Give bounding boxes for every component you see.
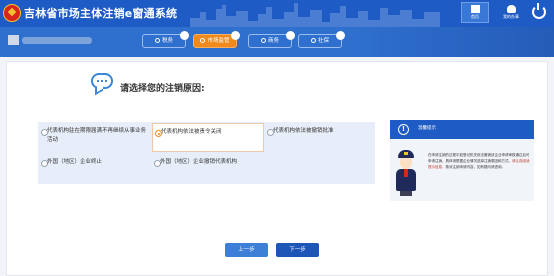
tab-tax-icon — [154, 38, 160, 43]
reason-option-text: 代表机构依法被撤销批准 — [273, 128, 334, 134]
tab-social-icon — [310, 38, 316, 43]
reason-option-approval-revoked[interactable]: 代表机构依法被撤销批准 — [265, 123, 374, 152]
previous-step-button[interactable]: 上一步 — [225, 243, 268, 257]
tab-commerce-badge — [286, 31, 295, 40]
tab-market-icon — [200, 38, 206, 43]
app-window: 吉林省市场主体注销e窗通系统 首页 我的办事 税务 市场监管 商务 社保 请选择… — [0, 0, 554, 276]
id-card-icon — [8, 35, 19, 45]
logout-power-icon[interactable] — [532, 3, 546, 19]
tip-text-part: 核对注销申请内容，如有疑问请咨询。 — [445, 165, 506, 169]
top-header: 吉林省市场主体注销e窗通系统 首页 我的办事 — [0, 0, 554, 27]
home-label: 首页 — [471, 14, 479, 19]
tab-social-security[interactable]: 社保 — [298, 31, 345, 48]
subheader-gradient — [354, 27, 554, 57]
mascot-body — [396, 169, 416, 191]
home-button[interactable]: 首页 — [461, 2, 489, 23]
tab-market-label: 市场监管 — [207, 38, 230, 44]
tab-commerce-icon — [260, 38, 266, 43]
tab-commerce-label: 商务 — [267, 38, 279, 44]
reason-option-text: 代表机构驻在期限届满不再继续从事业务活动 — [47, 128, 147, 143]
reason-option-term-expired[interactable]: 代表机构驻在期限届满不再继续从事业务活动 — [39, 123, 151, 152]
tip-panel-header — [390, 120, 534, 139]
question-title: 请选择您的注销原因: — [120, 84, 205, 94]
tab-social-label: 社保 — [317, 38, 329, 44]
reason-options-grid: 代表机构驻在期限届满不再继续从事业务活动 代表机构依法被责令关闭 代表机构依法被… — [38, 122, 375, 184]
tip-title: 温馨提示 — [418, 126, 436, 131]
subheader-bar: 税务 市场监管 商务 社保 — [0, 27, 554, 57]
tab-tax-label: 税务 — [161, 38, 173, 44]
site-title: 吉林省市场主体注销e窗通系统 — [24, 7, 178, 20]
reason-option-text: 外国（地区）企业撤销代表机构 — [160, 159, 238, 165]
my-affairs-label: 我的办事 — [503, 14, 519, 19]
tab-tax[interactable]: 税务 — [142, 31, 189, 48]
tab-social-badge — [336, 31, 345, 40]
reason-option-ordered-closed[interactable]: 代表机构依法被责令关闭 — [152, 123, 264, 152]
mascot-legs — [400, 191, 412, 196]
reason-option-text: 代表机构依法被责令关闭 — [161, 129, 222, 135]
reason-option-text: 外国（地区）企业终止 — [47, 159, 103, 165]
skyline-decoration — [190, 3, 440, 27]
reason-option-foreign-terminated[interactable]: 外国（地区）企业终止 — [39, 154, 151, 183]
tab-market-supervision[interactable]: 市场监管 — [193, 31, 240, 48]
emblem-logo — [3, 4, 21, 22]
tab-tax-badge — [180, 31, 189, 40]
tab-commerce[interactable]: 商务 — [248, 31, 295, 48]
tab-market-badge — [231, 31, 240, 40]
mascot-hat — [398, 150, 414, 158]
user-name-redacted — [22, 37, 92, 44]
officer-mascot-image — [392, 150, 420, 196]
chat-bubble-icon — [91, 73, 113, 89]
user-icon — [506, 5, 516, 13]
reason-option-foreign-withdraw[interactable]: 外国（地区）企业撤销代表机构 — [152, 154, 264, 183]
home-icon — [470, 5, 480, 13]
tip-text: 在申请注销的过程中如登记机关依法撤销该企业申请审核通过后可申请注销，具体请根据企… — [428, 152, 532, 170]
next-step-button[interactable]: 下一步 — [276, 243, 319, 257]
alert-icon: ! — [398, 124, 409, 135]
my-affairs-button[interactable]: 我的办事 — [497, 2, 525, 23]
mascot-face — [400, 158, 412, 169]
